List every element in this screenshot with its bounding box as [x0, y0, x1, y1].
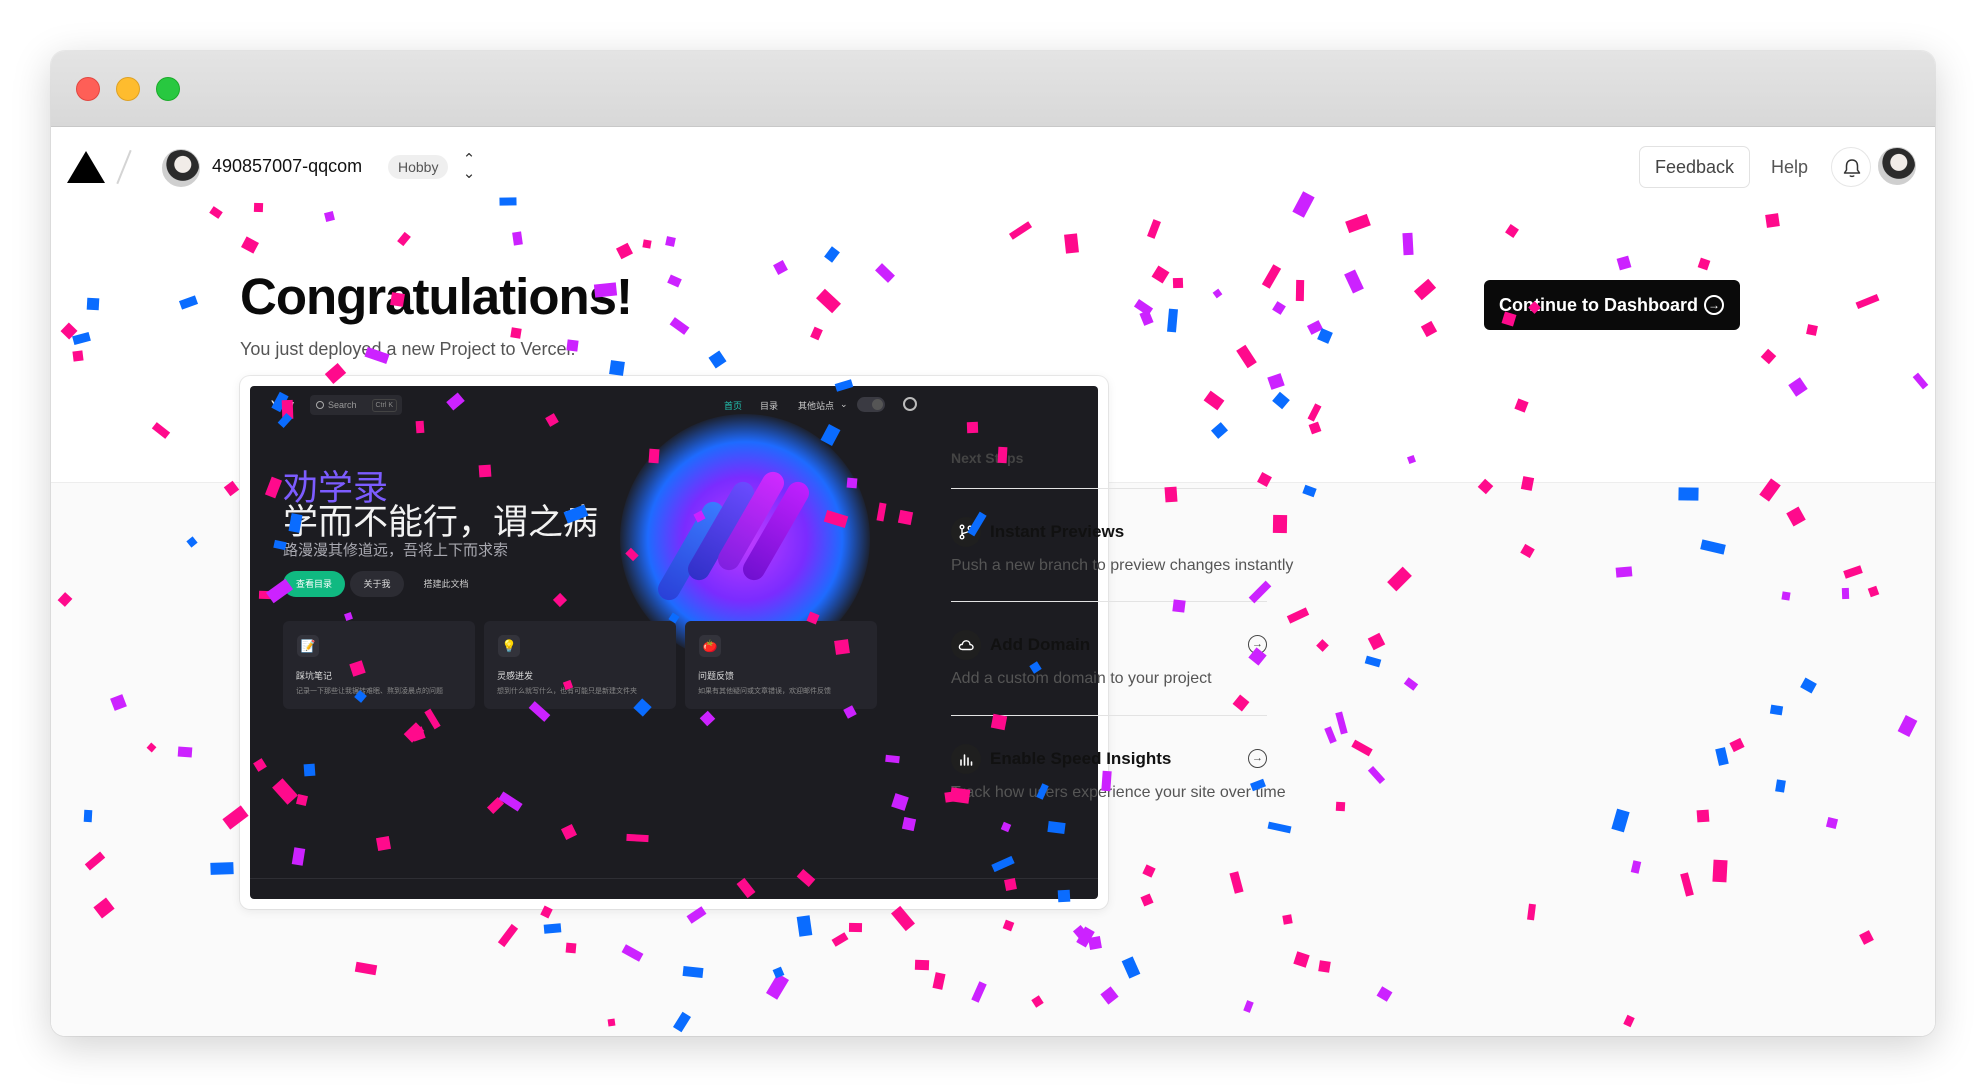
site-search-shortcut: Ctrl K — [371, 399, 397, 412]
site-button: 关于我 — [350, 571, 404, 597]
site-nav-item: 其他站点 — [798, 401, 835, 411]
browser-window: 490857007-qqcom Hobby ⌃ ⌄ Feedback Help C… — [51, 51, 1935, 1036]
site-feature-card: 💡 灵感迸发 想到什么就写什么，也有可能只是新建文件夹 — [484, 621, 676, 709]
github-icon — [903, 397, 917, 411]
next-steps-title: Next Steps — [951, 450, 1024, 466]
chevron-up-down-icon[interactable]: ⌃ ⌄ — [462, 152, 476, 181]
help-link[interactable]: Help — [1771, 157, 1808, 178]
site-tagline: 路漫漫其修道远，吾将上下而求索 — [283, 542, 509, 559]
divider — [951, 715, 1267, 716]
minimize-window-button[interactable] — [116, 77, 140, 101]
window-titlebar — [51, 51, 1935, 127]
chart-icon — [951, 744, 981, 774]
account-avatar[interactable] — [162, 149, 200, 187]
site-button: 查看目录 — [283, 571, 345, 597]
vercel-logo-icon[interactable] — [67, 151, 105, 183]
step-title: Add Domain — [990, 635, 1091, 654]
site-footer-divider — [250, 878, 1098, 879]
page-title: Congratulations! — [240, 268, 633, 325]
user-avatar[interactable] — [1878, 147, 1916, 185]
step-description: Push a new branch to preview changes ins… — [951, 557, 1294, 574]
site-nav-item: 首页 — [724, 401, 743, 411]
site-card-title: 问题反馈 — [698, 671, 735, 681]
site-feature-card: 🍅 问题反馈 如果有其他疑问或文章错误，欢迎邮件反馈 — [685, 621, 877, 709]
continue-to-dashboard-button[interactable]: Continue to Dashboard → — [1484, 280, 1740, 330]
bell-icon — [1843, 159, 1861, 178]
breadcrumb-separator — [116, 149, 132, 185]
lightbulb-icon: 💡 — [498, 635, 520, 657]
page-subtitle: You just deployed a new Project to Verce… — [240, 339, 576, 359]
notifications-button[interactable] — [1831, 147, 1871, 187]
cloud-icon — [951, 630, 981, 660]
site-search: Search Ctrl K — [310, 395, 402, 415]
feedback-button[interactable]: Feedback — [1639, 146, 1751, 188]
plan-badge: Hobby — [388, 155, 449, 179]
memo-icon: 📝 — [297, 635, 319, 657]
divider — [951, 601, 1267, 602]
search-icon — [316, 401, 324, 409]
page-content: 490857007-qqcom Hobby ⌃ ⌄ Feedback Help C… — [51, 127, 1935, 1036]
divider — [951, 488, 1267, 489]
theme-toggle — [857, 397, 885, 412]
account-name[interactable]: 490857007-qqcom — [212, 156, 362, 177]
site-feature-card: 📝 踩坑笔记 记录一下那些让我辗转难眠、熬到凌晨点的问题 — [283, 621, 475, 709]
step-title: Enable Speed Insights — [990, 749, 1172, 768]
step-description: Track how users experience your site ove… — [951, 784, 1286, 801]
logo-graphic — [653, 466, 814, 606]
tomato-icon: 🍅 — [699, 635, 721, 657]
site-card-desc: 记录一下那些让我辗转难眠、熬到凌晨点的问题 — [296, 688, 443, 695]
site-nav-item: 目录 — [760, 401, 779, 411]
site-brand: Yiov — [271, 399, 294, 411]
branch-icon — [951, 517, 981, 547]
arrow-right-circle-icon[interactable]: → — [1248, 749, 1267, 768]
zoom-window-button[interactable] — [156, 77, 180, 101]
chevron-down-icon: ⌄ — [840, 399, 848, 409]
arrow-right-circle-icon[interactable]: → — [1248, 635, 1267, 654]
site-card-desc: 想到什么就写什么，也有可能只是新建文件夹 — [497, 688, 637, 695]
step-description: Add a custom domain to your project — [951, 670, 1212, 687]
site-card-desc: 如果有其他疑问或文章错误，欢迎邮件反馈 — [698, 688, 831, 695]
continue-label: Continue to Dashboard — [1499, 295, 1698, 315]
site-card-title: 踩坑笔记 — [296, 671, 333, 681]
close-window-button[interactable] — [76, 77, 100, 101]
step-title: Instant Previews — [990, 522, 1125, 541]
arrow-right-circle-icon: → — [1704, 295, 1724, 315]
top-navbar: 490857007-qqcom Hobby ⌃ ⌄ Feedback Help — [51, 127, 1935, 207]
site-heading: 学而不能行，谓之病 — [283, 503, 599, 542]
site-search-placeholder: Search — [328, 400, 357, 410]
site-card-title: 灵感迸发 — [497, 671, 534, 681]
site-button: 搭建此文档 — [423, 579, 469, 589]
